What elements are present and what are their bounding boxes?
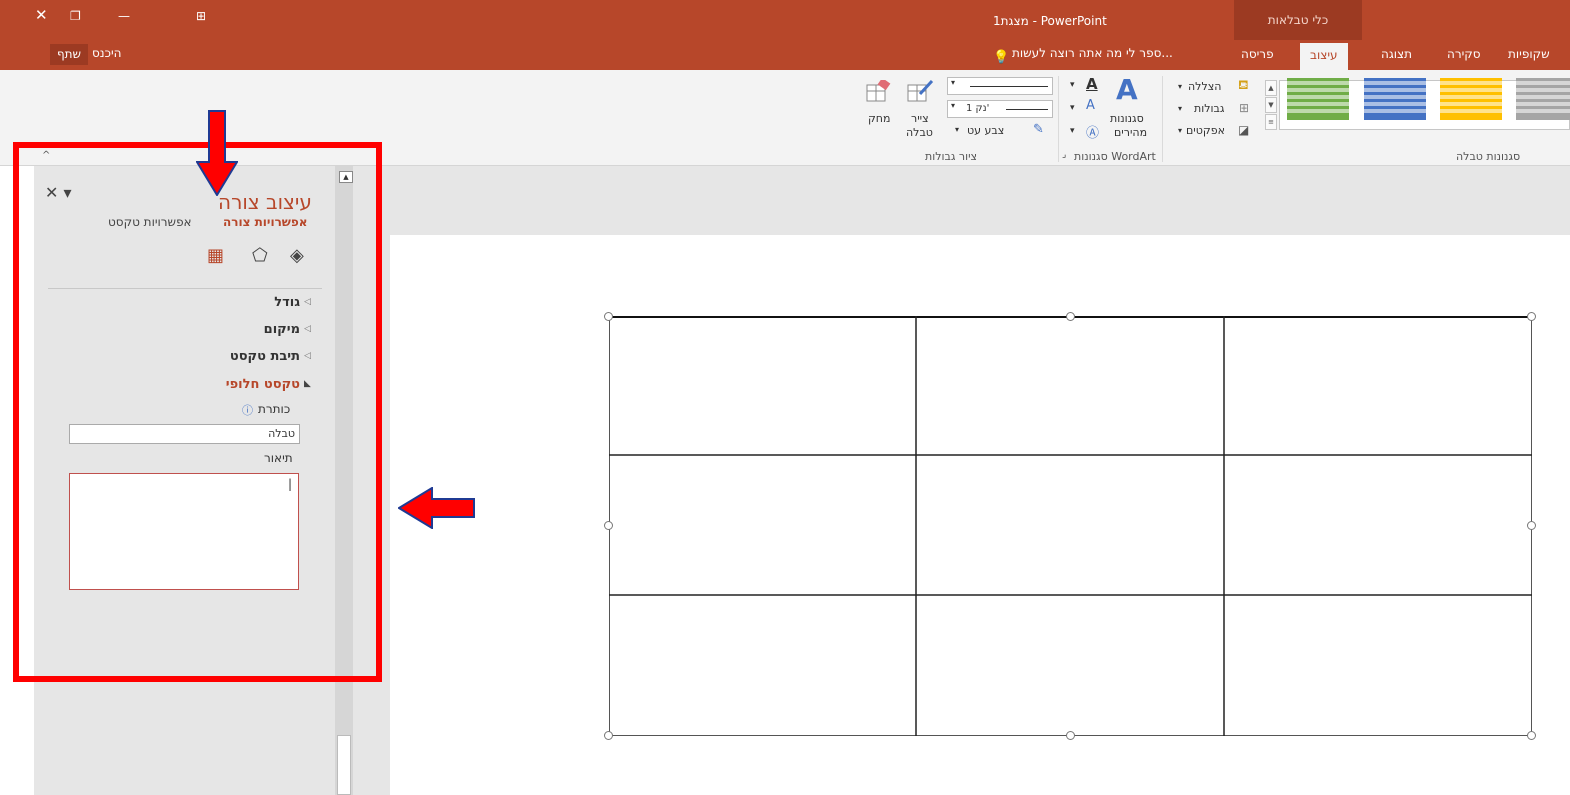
chevron-down-icon: ▾ xyxy=(1178,104,1183,113)
pen-weight-value: 1 נק' xyxy=(966,103,990,114)
group-separator xyxy=(1162,76,1163,162)
chevron-down-icon: ▾ xyxy=(951,78,956,87)
pen-style-line xyxy=(970,86,1048,87)
resize-handle[interactable] xyxy=(1527,521,1536,530)
chevron-down-icon[interactable]: ▾ xyxy=(1070,103,1075,113)
resize-handle[interactable] xyxy=(604,521,613,530)
resize-handle[interactable] xyxy=(1066,312,1075,321)
table-style-blue[interactable] xyxy=(1364,78,1426,120)
down-arrow-annotation xyxy=(196,110,238,196)
borders-label: גבולות xyxy=(1194,102,1225,115)
resize-handle[interactable] xyxy=(604,312,613,321)
table-style-gold[interactable] xyxy=(1440,78,1502,120)
chevron-down-icon: ▾ xyxy=(951,101,956,110)
pen-style-dropdown[interactable]: ▾ xyxy=(947,77,1053,95)
chevron-down-icon[interactable]: ▾ xyxy=(1070,126,1075,136)
sign-in-link[interactable]: היכנס xyxy=(92,46,121,60)
scrollbar-thumb[interactable] xyxy=(337,735,351,795)
pen-color-icon: ✎ xyxy=(1033,122,1044,137)
text-effects-icon[interactable]: Ⓐ xyxy=(1086,122,1099,141)
tab-slideshow[interactable]: שקופיות xyxy=(1508,40,1550,70)
chevron-down-icon[interactable]: ▾ xyxy=(1070,80,1075,90)
tell-me-search[interactable]: ספר לי מה אתה רוצה לעשות... xyxy=(1012,46,1173,60)
highlight-box xyxy=(13,142,382,682)
minimize-icon[interactable]: — xyxy=(118,9,130,23)
draw-table-icon xyxy=(907,80,934,102)
text-outline-icon[interactable]: A xyxy=(1086,98,1095,113)
chevron-down-icon: ▾ xyxy=(1178,82,1183,91)
quick-styles-label-2: מהירים xyxy=(1114,126,1148,139)
tab-layout[interactable]: פריסה xyxy=(1241,40,1274,70)
table-style-green[interactable] xyxy=(1287,78,1349,120)
window-title: מצגת1 - PowerPoint xyxy=(993,14,1107,28)
pen-weight-line xyxy=(1006,109,1048,110)
share-button[interactable]: שתף xyxy=(50,44,88,65)
chevron-down-icon: ▾ xyxy=(1178,126,1183,135)
wordart-quick-styles-icon: A xyxy=(1116,73,1138,106)
resize-handle[interactable] xyxy=(1527,312,1536,321)
table-style-gray[interactable] xyxy=(1516,78,1570,120)
borders-icon: ⊞ xyxy=(1239,101,1250,115)
draw-borders-group-label: ציור גבולות xyxy=(925,150,978,163)
tab-review[interactable]: סקירה xyxy=(1447,40,1481,70)
tab-design[interactable]: עיצוב xyxy=(1300,43,1348,70)
shading-label: הצללה xyxy=(1188,80,1222,93)
contextual-tab-group: כלי טבלאות xyxy=(1234,0,1362,40)
resize-handle[interactable] xyxy=(604,731,613,740)
wordart-group-label: סגנונות WordArt xyxy=(1074,150,1156,163)
tab-view[interactable]: תצוגה xyxy=(1381,40,1412,70)
effects-label: אפקטים xyxy=(1186,124,1225,137)
ribbon-display-options-icon[interactable]: ⊞ xyxy=(196,9,206,23)
share-label: שתף xyxy=(56,47,82,61)
resize-handle[interactable] xyxy=(1527,731,1536,740)
draw-table-label-2: טבלה xyxy=(906,126,933,139)
pen-color-label: צבע עט xyxy=(967,124,1005,137)
eraser-label: מחק xyxy=(868,112,891,125)
dialog-launcher-icon[interactable]: ⌟ xyxy=(1062,150,1066,160)
table-styles-group-label: סגנונות טבלה xyxy=(1456,150,1521,163)
quick-styles-label-1: סגנונות xyxy=(1110,112,1144,125)
close-icon[interactable]: ✕ xyxy=(35,6,48,24)
effects-icon: ◪ xyxy=(1238,123,1250,137)
eraser-icon xyxy=(866,80,891,102)
pen-weight-dropdown[interactable]: ▾ 1 נק' xyxy=(947,100,1053,118)
title-bar: ✕ ❐ — ⊞ מצגת1 - PowerPoint כלי טבלאות xyxy=(0,0,1570,40)
resize-handle[interactable] xyxy=(1066,731,1075,740)
gallery-scroll-down-button[interactable]: ▼ xyxy=(1265,97,1277,113)
chevron-down-icon: ▾ xyxy=(955,125,960,134)
restore-icon[interactable]: ❐ xyxy=(70,9,81,23)
table[interactable] xyxy=(609,316,1532,736)
powerpoint-window: { "window": { "title": "מצגת1 - PowerPoi… xyxy=(0,0,1570,795)
left-arrow-annotation xyxy=(398,487,475,529)
draw-table-label-1: צייר xyxy=(911,112,929,125)
text-fill-icon[interactable]: A xyxy=(1086,75,1098,93)
ribbon-tabs: שתף היכנס ספר לי מה אתה רוצה לעשות... 💡 … xyxy=(0,40,1570,70)
paint-bucket-icon: ⛾ xyxy=(1238,78,1249,93)
gallery-more-button[interactable]: ≡ xyxy=(1265,114,1277,130)
group-separator xyxy=(1058,76,1059,162)
gallery-scroll-up-button[interactable]: ▲ xyxy=(1265,80,1277,96)
